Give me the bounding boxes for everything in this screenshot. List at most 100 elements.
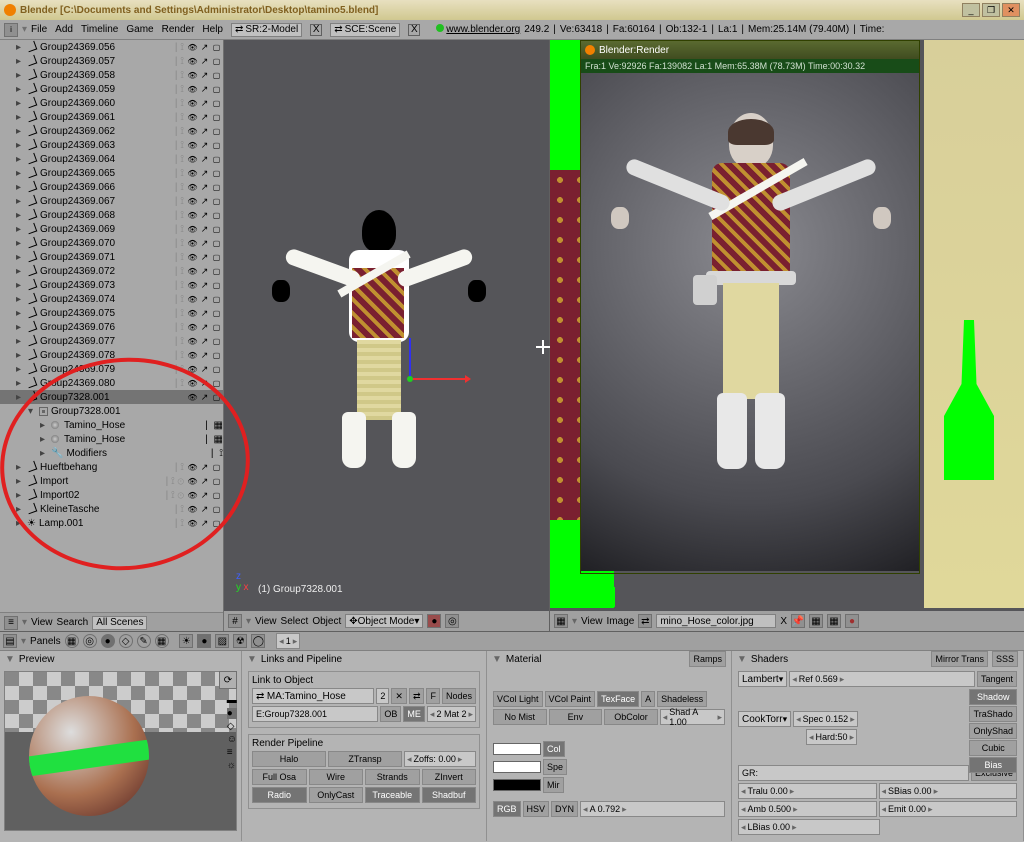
outliner-row[interactable]: ▸ Group24369.072 | ⟟ xyxy=(0,264,223,278)
outliner-row[interactable]: ▸ Group24369.075 | ⟟ xyxy=(0,306,223,320)
material-x-button[interactable]: ✕ xyxy=(391,688,407,704)
context-shading-button[interactable]: ● xyxy=(101,634,115,648)
shadeless-toggle[interactable]: Shadeless xyxy=(657,691,707,707)
visibility-icon[interactable] xyxy=(187,392,198,403)
sbias-spinner[interactable]: SBias 0.00 xyxy=(879,783,1018,799)
context-scene-button[interactable]: ▦ xyxy=(155,634,169,648)
render-icon[interactable] xyxy=(211,112,222,123)
zinvert-toggle[interactable]: ZInvert xyxy=(422,769,477,785)
preview-monkey-button[interactable]: ☺ xyxy=(227,734,237,745)
visibility-icon[interactable] xyxy=(187,322,198,333)
ramps-tab[interactable]: Ramps xyxy=(689,651,726,667)
outliner-row[interactable]: ▸ Import| ⟟ ⊙ xyxy=(0,474,223,488)
render-icon[interactable] xyxy=(211,238,222,249)
outliner-row[interactable]: ▾Group7328.001 xyxy=(0,404,223,418)
outliner-row[interactable]: ▸ Group24369.058 | ⟟ xyxy=(0,68,223,82)
render-icon[interactable] xyxy=(211,154,222,165)
selectable-icon[interactable] xyxy=(199,294,210,305)
shading-button[interactable]: ● xyxy=(427,614,441,628)
render-icon[interactable] xyxy=(211,490,222,501)
ob-toggle[interactable]: OB xyxy=(380,706,401,722)
lbias-spinner[interactable]: LBias 0.00 xyxy=(738,819,880,835)
diffuse-shader-select[interactable]: Lambert ▾ xyxy=(738,671,787,687)
spe-swatch[interactable] xyxy=(493,761,541,773)
render-window[interactable]: Blender:Render Fra:1 Ve:92926 Fa:139082 … xyxy=(580,40,920,574)
outliner-row[interactable]: ▸ Group24369.080 | ⟟ xyxy=(0,376,223,390)
visibility-icon[interactable] xyxy=(187,518,198,529)
outliner-row[interactable]: ▸ Group24369.069 | ⟟ xyxy=(0,222,223,236)
zoffs-spinner[interactable]: Zoffs: 0.00 xyxy=(404,751,476,767)
selectable-icon[interactable] xyxy=(199,476,210,487)
visibility-icon[interactable] xyxy=(187,364,198,375)
preview-cube-button[interactable]: ◇ xyxy=(227,721,237,732)
selectable-icon[interactable] xyxy=(199,336,210,347)
selectable-icon[interactable] xyxy=(199,140,210,151)
visibility-icon[interactable] xyxy=(187,42,198,53)
sub-material-button[interactable]: ● xyxy=(197,634,211,648)
selectable-icon[interactable] xyxy=(199,112,210,123)
visibility-icon[interactable] xyxy=(187,266,198,277)
pin-button[interactable]: 📌 xyxy=(791,614,805,628)
sub-texture-button[interactable]: ▨ xyxy=(215,634,229,648)
hard-spinner[interactable]: Hard:50 xyxy=(806,729,857,745)
view3d-type-button[interactable]: # xyxy=(228,614,242,628)
alpha-spinner[interactable]: A 0.792 xyxy=(580,801,725,817)
selectable-icon[interactable] xyxy=(199,56,210,67)
render-icon[interactable] xyxy=(211,140,222,151)
selectable-icon[interactable] xyxy=(199,392,210,403)
website-link[interactable]: www.blender.org xyxy=(446,24,520,35)
render-icon[interactable] xyxy=(211,70,222,81)
spec-shader-select[interactable]: CookTorr ▾ xyxy=(738,711,791,727)
selectable-icon[interactable] xyxy=(199,126,210,137)
spe-button[interactable]: Spe xyxy=(543,759,567,775)
selectable-icon[interactable] xyxy=(199,350,210,361)
sub-lamp-button[interactable]: ☀ xyxy=(179,634,193,648)
visibility-icon[interactable] xyxy=(187,350,198,361)
a-toggle[interactable]: A xyxy=(641,691,655,707)
outliner-row[interactable]: ▸ Group24369.073 | ⟟ xyxy=(0,278,223,292)
material-name-field[interactable]: MA:Tamino_Hose xyxy=(267,691,346,702)
render-icon[interactable] xyxy=(211,56,222,67)
outliner-row[interactable]: ▸ Group24369.071 | ⟟ xyxy=(0,250,223,264)
mat-index-spinner[interactable]: 2 Mat 2 xyxy=(427,706,476,722)
visibility-icon[interactable] xyxy=(187,126,198,137)
render-icon[interactable] xyxy=(211,224,222,235)
outliner-row[interactable]: ▸ Hueftbehang| ⟟ xyxy=(0,460,223,474)
halo-toggle[interactable]: Halo xyxy=(252,751,326,767)
selectable-icon[interactable] xyxy=(199,84,210,95)
outliner-row[interactable]: ▸ Group24369.078 | ⟟ xyxy=(0,348,223,362)
visibility-icon[interactable] xyxy=(187,210,198,221)
visibility-icon[interactable] xyxy=(187,84,198,95)
view3d-select-menu[interactable]: Select xyxy=(281,616,309,627)
me-toggle[interactable]: ME xyxy=(403,706,425,722)
outliner-row[interactable]: ▸ KleineTasche| ⟟ xyxy=(0,502,223,516)
mir-button[interactable]: Mir xyxy=(543,777,564,793)
uv-button-b[interactable]: ▦ xyxy=(827,614,841,628)
maximize-button[interactable]: ❐ xyxy=(982,3,1000,17)
preview-sphere-button[interactable]: ● xyxy=(227,708,237,719)
outliner-row[interactable]: ▸ Group24369.064 | ⟟ xyxy=(0,152,223,166)
render-icon[interactable] xyxy=(211,252,222,263)
outliner-row[interactable]: ▸ Group24369.067 | ⟟ xyxy=(0,194,223,208)
render-icon[interactable] xyxy=(211,518,222,529)
selectable-icon[interactable] xyxy=(199,364,210,375)
vcolpaint-toggle[interactable]: VCol Paint xyxy=(545,691,596,707)
selectable-icon[interactable] xyxy=(199,462,210,473)
window-type-button[interactable]: i xyxy=(4,23,18,37)
render-icon[interactable] xyxy=(211,476,222,487)
visibility-icon[interactable] xyxy=(187,140,198,151)
dyn-toggle[interactable]: DYN xyxy=(551,801,578,817)
selectable-icon[interactable] xyxy=(199,280,210,291)
selectable-icon[interactable] xyxy=(199,154,210,165)
spec-spinner[interactable]: Spec 0.152 xyxy=(793,711,858,727)
ref-spinner[interactable]: Ref 0.569 xyxy=(789,671,975,687)
image-editor[interactable]: Blender:Render Fra:1 Ve:92926 Fa:139082 … xyxy=(550,40,1024,631)
outliner-row[interactable]: ▸ Group7328.001 xyxy=(0,390,223,404)
render-icon[interactable] xyxy=(211,392,222,403)
selectable-icon[interactable] xyxy=(199,504,210,515)
outliner-mode-selector[interactable]: All Scenes xyxy=(92,616,147,630)
uv-button-a[interactable]: ▦ xyxy=(809,614,823,628)
visibility-icon[interactable] xyxy=(187,308,198,319)
material-fake-button[interactable]: F xyxy=(426,688,440,704)
visibility-icon[interactable] xyxy=(187,224,198,235)
